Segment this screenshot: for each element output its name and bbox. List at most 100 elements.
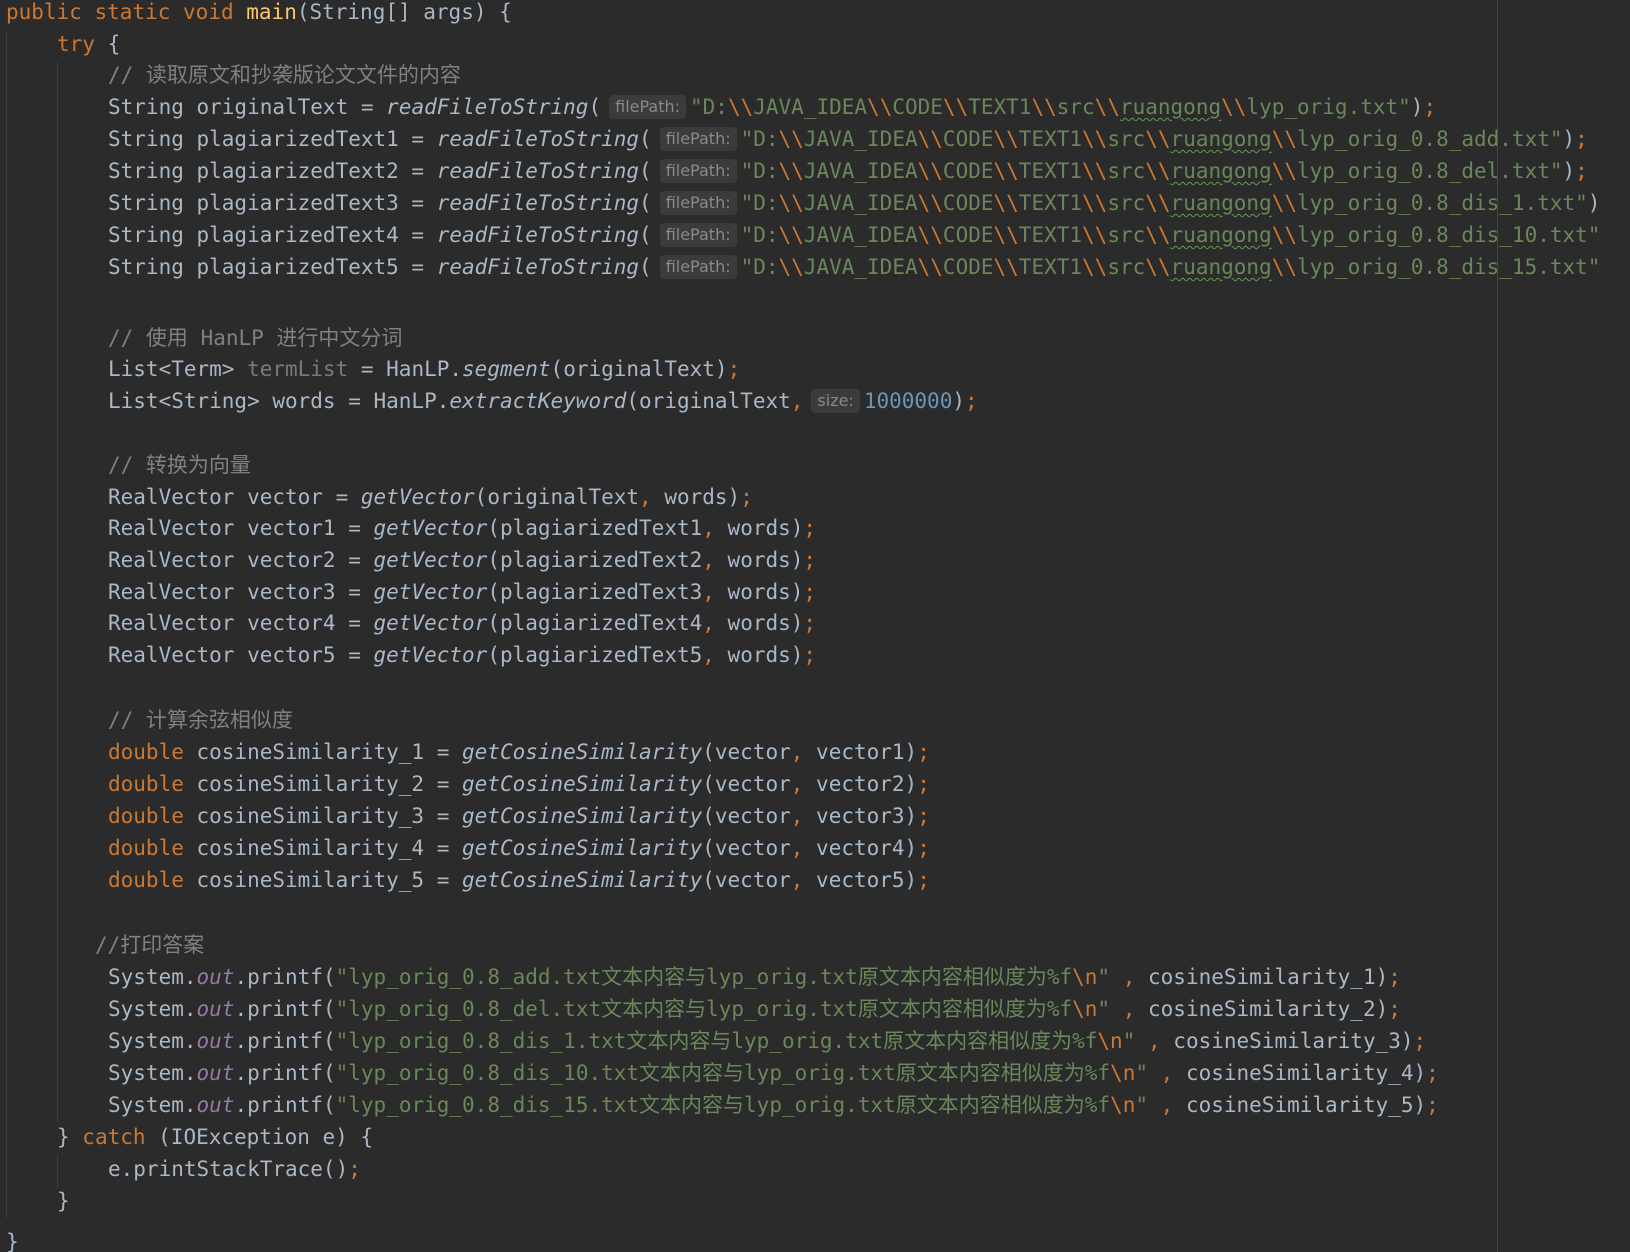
- string-literal: TEXT1: [1018, 191, 1083, 215]
- code-line[interactable]: String plagiarizedText5 = readFileToStri…: [108, 251, 1600, 283]
- code-text: words): [714, 580, 804, 604]
- code-text: String plagiarizedText2 =: [108, 159, 437, 183]
- code-line[interactable]: System.out.printf("lyp_orig_0.8_dis_1.tx…: [108, 1025, 1426, 1057]
- paren: (: [639, 223, 652, 247]
- code-text: List<String> words = HanLP.: [108, 389, 450, 413]
- code-line[interactable]: // 读取原文和抄袭版论文文件的内容: [108, 59, 461, 91]
- comment: //打印答案: [95, 933, 205, 957]
- method-call: getVector: [373, 580, 488, 604]
- string-literal: "lyp_orig_0.8_dis_10.txt文本内容与lyp_orig.tx…: [335, 1061, 1111, 1085]
- code-line[interactable]: RealVector vector3 = getVector(plagiariz…: [108, 576, 816, 608]
- keyword: void: [183, 0, 234, 24]
- escape-seq: \\: [1082, 191, 1108, 215]
- code-line[interactable]: System.out.printf("lyp_orig_0.8_dis_15.t…: [108, 1089, 1439, 1121]
- code-text: (plagiarizedText3: [487, 580, 703, 604]
- semicolon: ;: [917, 740, 930, 764]
- keyword: try: [57, 32, 95, 56]
- code-line[interactable]: RealVector vector = getVector(originalTe…: [108, 481, 753, 513]
- semicolon: ;: [803, 643, 817, 667]
- code-line[interactable]: RealVector vector4 = getVector(plagiariz…: [108, 607, 816, 639]
- comma: ,: [702, 516, 715, 540]
- code-text: RealVector vector3 =: [108, 580, 374, 604]
- escape-seq: \\: [778, 223, 804, 247]
- comma: ,: [702, 611, 715, 635]
- string-literal: lyp_orig_0.8_del.txt": [1297, 159, 1563, 183]
- escape-seq: \n: [1110, 1093, 1136, 1117]
- escape-seq: \\: [1145, 255, 1171, 279]
- paren: (: [639, 159, 652, 183]
- code-text: cosineSimilarity_2 =: [183, 772, 463, 796]
- escape-seq: \n: [1097, 1029, 1123, 1053]
- escape-seq: \\: [1145, 191, 1171, 215]
- comma: ,: [1110, 965, 1136, 989]
- code-text: e.printStackTrace(): [108, 1157, 349, 1181]
- semicolon: ;: [1426, 1061, 1439, 1085]
- method-call: getCosineSimilarity: [462, 740, 703, 764]
- code-line[interactable]: String originalText = readFileToString(f…: [108, 91, 1436, 123]
- code-line[interactable]: RealVector vector2 = getVector(plagiariz…: [108, 544, 816, 576]
- code-text: RealVector vector =: [108, 485, 361, 509]
- code-text: String plagiarizedText5 =: [108, 255, 437, 279]
- string-literal: "D:: [740, 223, 779, 247]
- method-name: main: [246, 0, 297, 24]
- semicolon: ;: [917, 868, 930, 892]
- escape-seq: \\: [1271, 223, 1297, 247]
- code-line[interactable]: List<Term> termList = HanLP.segment(orig…: [108, 353, 740, 385]
- code-line[interactable]: double cosineSimilarity_5 = getCosineSim…: [108, 864, 930, 896]
- code-line[interactable]: String plagiarizedText1 = readFileToStri…: [108, 123, 1588, 155]
- code-line[interactable]: double cosineSimilarity_3 = getCosineSim…: [108, 800, 930, 832]
- code-text: RealVector vector2 =: [108, 548, 374, 572]
- parameter-hint: filePath:: [659, 127, 737, 151]
- comma: ,: [790, 836, 804, 860]
- code-line[interactable]: }: [6, 1226, 19, 1252]
- code-editor[interactable]: public static void main(String[] args) {…: [0, 0, 1630, 1252]
- escape-seq: \\: [1145, 223, 1171, 247]
- escape-seq: \\: [942, 95, 969, 119]
- parameter-hint: filePath:: [659, 223, 737, 247]
- string-literal: JAVA_IDEA: [803, 191, 918, 215]
- code-line[interactable]: //打印答案: [95, 929, 204, 961]
- static-field: out: [196, 1061, 235, 1085]
- code-line[interactable]: System.out.printf("lyp_orig_0.8_add.txt文…: [108, 961, 1401, 993]
- code-line[interactable]: String plagiarizedText4 = readFileToStri…: [108, 219, 1600, 251]
- code-line[interactable]: }: [57, 1185, 70, 1217]
- code-line[interactable]: } catch (IOException e) {: [57, 1121, 373, 1153]
- code-line[interactable]: // 计算余弦相似度: [108, 704, 293, 736]
- code-line[interactable]: RealVector vector1 = getVector(plagiariz…: [108, 512, 816, 544]
- code-line[interactable]: List<String> words = HanLP.extractKeywor…: [108, 385, 978, 417]
- code-line[interactable]: System.out.printf("lyp_orig_0.8_del.txt文…: [108, 993, 1401, 1025]
- string-literal: JAVA_IDEA: [803, 159, 918, 183]
- code-text: (vector: [702, 772, 791, 796]
- string-literal: CODE: [942, 255, 994, 279]
- code-line[interactable]: public static void main(String[] args) {: [6, 0, 512, 28]
- escape-seq: \\: [778, 255, 804, 279]
- code-line[interactable]: String plagiarizedText3 = readFileToStri…: [108, 187, 1600, 219]
- semicolon: ;: [1388, 997, 1401, 1021]
- semicolon: ;: [1423, 95, 1437, 119]
- code-line[interactable]: try {: [57, 28, 120, 60]
- code-line[interactable]: double cosineSimilarity_1 = getCosineSim…: [108, 736, 930, 768]
- code-line[interactable]: double cosineSimilarity_2 = getCosineSim…: [108, 768, 930, 800]
- code-text: words): [714, 548, 804, 572]
- code-line[interactable]: // 转换为向量: [108, 449, 251, 481]
- code-text: vector5): [803, 868, 918, 892]
- escape-seq: \\: [1082, 127, 1108, 151]
- string-literal: ": [1097, 965, 1111, 989]
- code-line[interactable]: RealVector vector5 = getVector(plagiariz…: [108, 639, 816, 671]
- code-line[interactable]: // 使用 HanLP 进行中文分词: [108, 322, 402, 354]
- code-line[interactable]: System.out.printf("lyp_orig_0.8_dis_10.t…: [108, 1057, 1439, 1089]
- code-line[interactable]: double cosineSimilarity_4 = getCosineSim…: [108, 832, 930, 864]
- escape-seq: \\: [993, 255, 1019, 279]
- paren: ): [1587, 191, 1601, 215]
- string-literal: "D:: [740, 159, 779, 183]
- string-literal: src: [1107, 223, 1146, 247]
- indent-guide-try: [57, 62, 58, 1122]
- code-text: System.: [108, 1061, 197, 1085]
- semicolon: ;: [803, 548, 817, 572]
- code-text: (plagiarizedText2: [487, 548, 703, 572]
- paren: ): [1562, 127, 1576, 151]
- code-line[interactable]: e.printStackTrace();: [108, 1153, 361, 1185]
- code-line[interactable]: String plagiarizedText2 = readFileToStri…: [108, 155, 1588, 187]
- code-text: System.: [108, 1029, 197, 1053]
- comment: // 计算余弦相似度: [108, 708, 293, 732]
